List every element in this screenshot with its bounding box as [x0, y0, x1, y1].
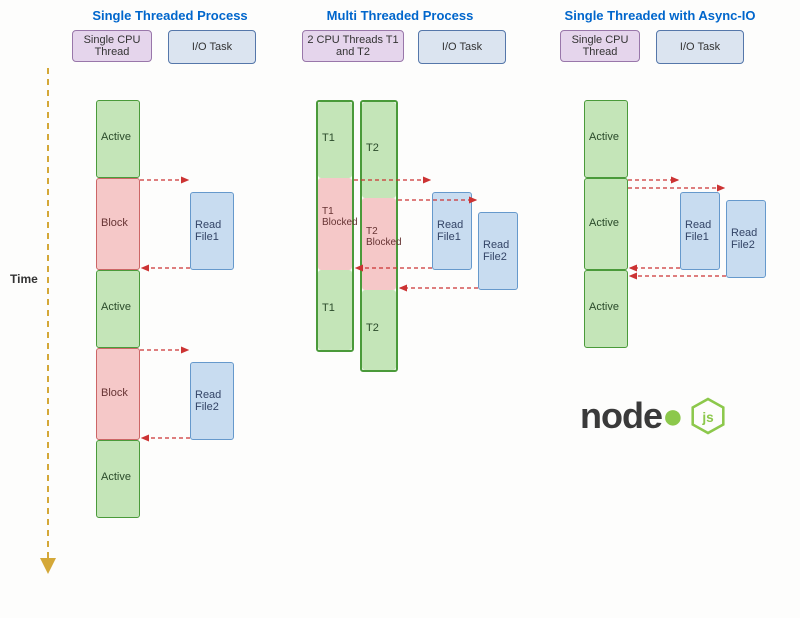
col2-io-header: I/O Task: [418, 30, 506, 64]
col3-read-file2: Read File2: [726, 200, 766, 278]
svg-text:js: js: [701, 410, 713, 425]
col3-active-3: Active: [584, 270, 628, 348]
col1-io-header: I/O Task: [168, 30, 256, 64]
col3-active-1: Active: [584, 100, 628, 178]
node-logo: node● js: [580, 395, 725, 437]
node-hex-icon: js: [691, 397, 725, 435]
col3-io-header: I/O Task: [656, 30, 744, 64]
col1-active-1: Active: [96, 100, 140, 178]
col2-t1-active-1: T1: [318, 102, 352, 178]
col2-t2-active-1: T2: [362, 102, 396, 198]
title-col1: Single Threaded Process: [70, 8, 270, 23]
col1-block-2: Block: [96, 348, 140, 440]
col1-cpu-header: Single CPU Thread: [72, 30, 152, 62]
col1-active-3: Active: [96, 440, 140, 518]
col1-read-file1: Read File1: [190, 192, 234, 270]
col2-t1-active-2: T1: [318, 270, 352, 350]
title-col2: Multi Threaded Process: [300, 8, 500, 23]
col2-cpu-header: 2 CPU Threads T1 and T2: [302, 30, 404, 62]
col1-block-1: Block: [96, 178, 140, 270]
node-logo-text: node●: [580, 395, 683, 437]
col3-cpu-header: Single CPU Thread: [560, 30, 640, 62]
time-axis-label: Time: [10, 272, 38, 286]
col3-active-2: Active: [584, 178, 628, 270]
col2-read-file1: Read File1: [432, 192, 472, 270]
col3-read-file1: Read File1: [680, 192, 720, 270]
col1-active-2: Active: [96, 270, 140, 348]
col2-read-file2: Read File2: [478, 212, 518, 290]
col2-t2-active-2: T2: [362, 290, 396, 370]
title-col3: Single Threaded with Async-IO: [545, 8, 775, 23]
col1-read-file2: Read File2: [190, 362, 234, 440]
col2-t1-blocked: T1 Blocked: [318, 178, 352, 270]
col2-t2-blocked: T2 Blocked: [362, 198, 396, 290]
